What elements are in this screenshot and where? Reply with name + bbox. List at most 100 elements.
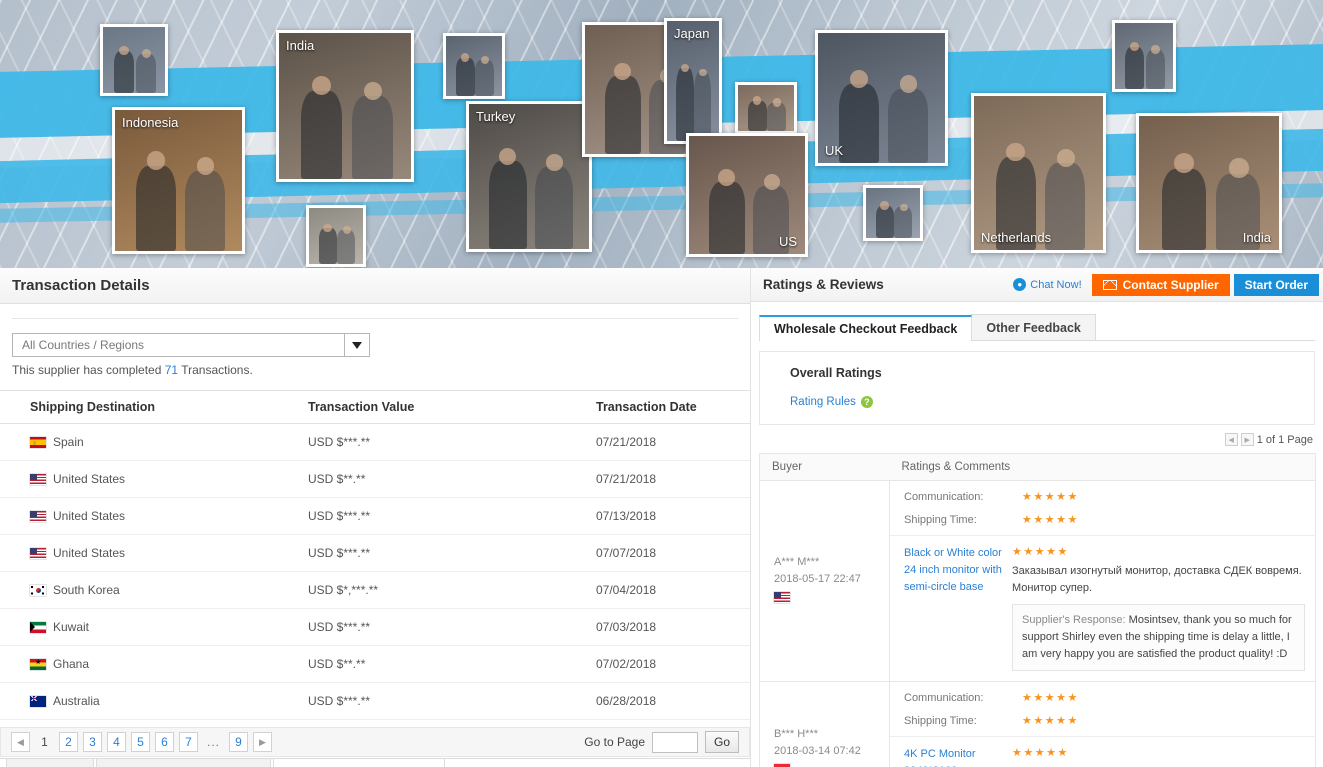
photo-subject xyxy=(1115,23,1173,89)
pagination-page-6[interactable]: 6 xyxy=(155,732,174,752)
column-header-value: Transaction Value xyxy=(308,390,596,424)
ratings-reviews-header: Ratings & Reviews ● Chat Now! Contact Su… xyxy=(751,268,1323,302)
start-order-button[interactable]: Start Order xyxy=(1233,273,1319,296)
cell-transaction-date: 07/21/2018 xyxy=(596,460,750,498)
reviews-next-button[interactable]: ▶ xyxy=(1240,433,1254,446)
overall-ratings-title: Overall Ratings xyxy=(790,366,882,380)
banner-photo xyxy=(863,185,923,241)
rating-rules-link[interactable]: Rating Rules ? xyxy=(790,396,873,408)
transactions-table: Shipping Destination Transaction Value T… xyxy=(0,390,750,720)
country-flag-icon xyxy=(30,584,46,596)
banner-photo: India xyxy=(1136,113,1282,253)
goto-page-label: Go to Page xyxy=(584,735,645,749)
chat-now-label: Chat Now! xyxy=(1030,278,1082,291)
country-flag-icon xyxy=(30,658,46,670)
destination-label: Ghana xyxy=(53,657,90,671)
cell-transaction-date: 06/28/2018 xyxy=(596,682,750,720)
page-root: Indonesia India Turkey Japan UK US Netherlands… xyxy=(0,0,1323,767)
reviews-header-row: Buyer Ratings & Comments xyxy=(759,453,1316,481)
pagination-page-5[interactable]: 5 xyxy=(131,732,150,752)
reviews-prev-button[interactable]: ◀ xyxy=(1224,433,1238,446)
banner-photo: India xyxy=(276,30,414,182)
cell-destination: Australia xyxy=(0,682,308,720)
cell-transaction-value: USD $***.** xyxy=(308,497,596,535)
tab-label: Wholesale Checkout Feedback xyxy=(774,322,958,336)
photo-subject xyxy=(115,110,242,251)
banner-photo xyxy=(100,24,168,96)
goto-page-input[interactable] xyxy=(652,731,698,753)
review-body: ★★★★★ Заказывал изогнутый монитор, достав… xyxy=(1012,545,1305,672)
cell-transaction-date: 07/13/2018 xyxy=(596,497,750,535)
review-buyer-cell: A*** M*** 2018-05-17 22:47 xyxy=(759,480,890,683)
buyer-date: 2018-05-17 22:47 xyxy=(774,572,861,585)
column-header-ratings-comments: Ratings & Comments xyxy=(889,453,1316,481)
cell-transaction-value: USD $***.** xyxy=(308,534,596,572)
table-row: Kuwait USD $***.** 07/03/2018 xyxy=(0,608,750,646)
criteria-stars: ★★★★★ xyxy=(1022,514,1079,526)
chevron-down-icon[interactable] xyxy=(344,334,369,356)
bottom-tab[interactable] xyxy=(6,758,94,767)
reviews-table: Buyer Ratings & Comments A*** M*** 2018-0… xyxy=(759,453,1316,767)
ratings-reviews-panel: Ratings & Reviews ● Chat Now! Contact Su… xyxy=(750,268,1323,767)
banner-photo xyxy=(735,82,797,134)
ratings-reviews-title: Ratings & Reviews xyxy=(763,277,884,292)
pagination-prev-button[interactable]: ◀ xyxy=(11,732,30,752)
cell-transaction-value: USD $**.** xyxy=(308,460,596,498)
banner-photo: Indonesia xyxy=(112,107,245,254)
supplier-response: Supplier's Response: Mosintsev, thank yo… xyxy=(1012,604,1305,672)
go-button[interactable]: Go xyxy=(705,731,739,753)
chat-now-link[interactable]: ● Chat Now! xyxy=(1013,278,1082,291)
bottom-tab-strip xyxy=(0,758,750,767)
pagination-page-2[interactable]: 2 xyxy=(59,732,78,752)
contact-supplier-button[interactable]: Contact Supplier xyxy=(1091,273,1230,296)
review-product-row: 4K PC Monitor 3840*2160 resolution 32 in… xyxy=(890,737,1315,767)
photo-subject xyxy=(103,27,165,93)
review-product-link[interactable]: Black or White color 24 inch monitor wit… xyxy=(904,545,1012,671)
photo-subject xyxy=(446,36,502,96)
tab-other-feedback[interactable]: Other Feedback xyxy=(971,314,1096,340)
bottom-tab[interactable] xyxy=(96,758,271,767)
pagination-page-3[interactable]: 3 xyxy=(83,732,102,752)
pagination-ellipsis: ... xyxy=(207,735,221,749)
country-flag-icon xyxy=(30,695,46,707)
banner-photo: US xyxy=(686,133,808,257)
criteria-row: Communication: ★★★★★ xyxy=(890,686,1315,709)
country-flag-icon xyxy=(30,436,46,448)
pagination-last-page[interactable]: 9 xyxy=(229,732,249,752)
criteria-stars: ★★★★★ xyxy=(1022,491,1079,503)
review-comment: Заказывал изогнутый монитор, доставка СД… xyxy=(1012,565,1302,594)
country-region-select[interactable]: All Countries / Regions xyxy=(12,333,370,357)
chat-bubble-icon: ● xyxy=(1013,278,1027,291)
review-product-link[interactable]: 4K PC Monitor 3840*2160 resolution 32 in… xyxy=(904,746,1012,767)
transaction-count[interactable]: 71 xyxy=(165,363,178,377)
country-flag-icon xyxy=(30,510,46,522)
banner-photo-caption: Netherlands xyxy=(981,230,1052,245)
rating-rules-label: Rating Rules xyxy=(790,396,856,408)
transaction-count-note: This supplier has completed 71 Transacti… xyxy=(12,363,738,377)
cell-transaction-value: USD $***.** xyxy=(308,608,596,646)
banner-photo xyxy=(1112,20,1176,92)
transaction-details-panel: Transaction Details All Countries / Regi… xyxy=(0,268,750,767)
criteria-label: Communication: xyxy=(904,490,984,503)
tab-wholesale-checkout-feedback[interactable]: Wholesale Checkout Feedback xyxy=(759,315,973,341)
pagination-next-button[interactable]: ▶ xyxy=(253,732,273,752)
destination-label: United States xyxy=(53,509,126,523)
pagination-page-4[interactable]: 4 xyxy=(107,732,126,752)
banner-photo: Japan xyxy=(664,18,722,144)
bottom-tab-active[interactable] xyxy=(273,758,445,767)
table-header-row: Shipping Destination Transaction Value T… xyxy=(0,390,750,424)
banner-photo-caption: Indonesia xyxy=(122,115,179,130)
pagination-page-1[interactable]: 1 xyxy=(35,732,54,752)
banner-photo-caption: UK xyxy=(825,143,844,158)
review-row: A*** M*** 2018-05-17 22:47 Communication: ★… xyxy=(759,480,1316,683)
banner-photo-caption: India xyxy=(286,38,315,53)
contact-supplier-label: Contact Supplier xyxy=(1122,277,1219,292)
table-row: Australia USD $***.** 06/28/2018 xyxy=(0,682,750,720)
destination-label: United States xyxy=(53,546,126,560)
photo-subject xyxy=(279,33,411,179)
mail-icon xyxy=(1102,279,1117,290)
pagination-page-7[interactable]: 7 xyxy=(179,732,198,752)
reviews-pagination: ◀ ▶ 1 of 1 Page xyxy=(751,433,1313,446)
question-mark-icon[interactable]: ? xyxy=(860,396,873,408)
buyer-date: 2018-03-14 07:42 xyxy=(774,744,861,757)
